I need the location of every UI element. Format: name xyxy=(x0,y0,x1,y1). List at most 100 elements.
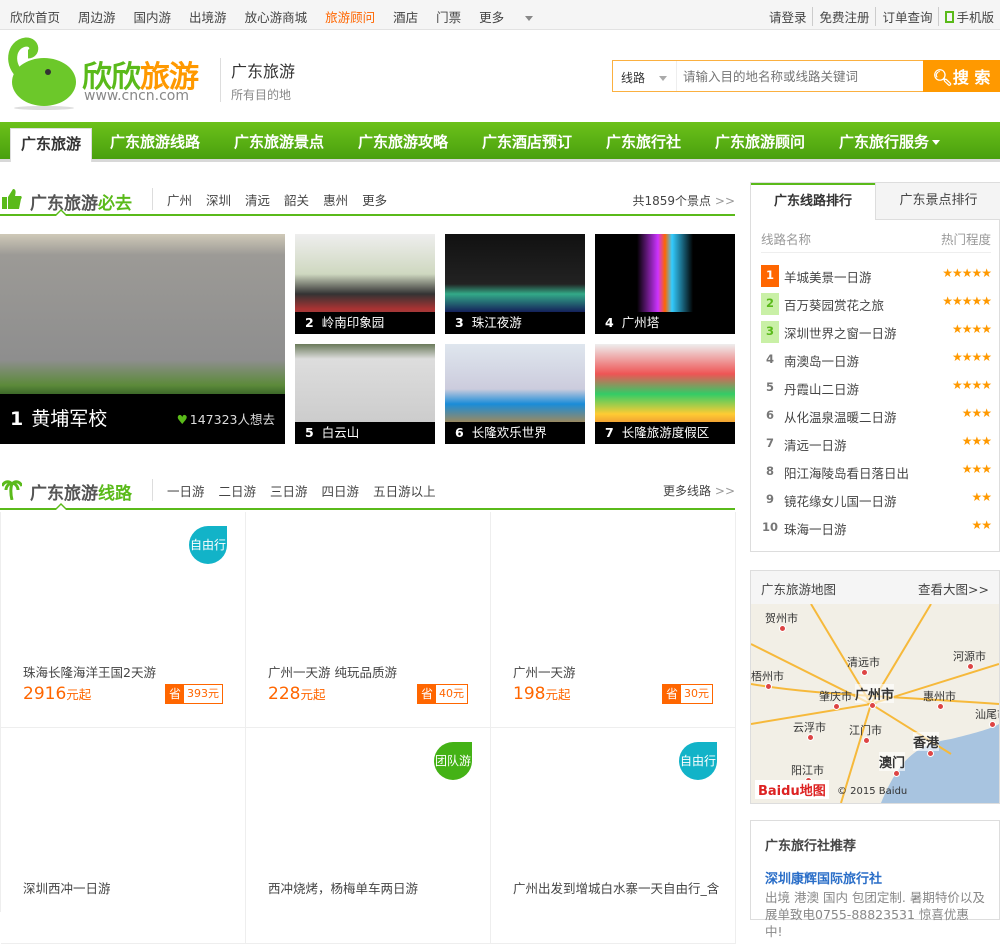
map-title: 广东旅游地图 xyxy=(761,582,837,597)
top-right-link[interactable]: 免费注册 xyxy=(812,7,875,26)
spot-card[interactable]: 2 岭南印象园 xyxy=(295,234,435,334)
tab-route-ranking[interactable]: 广东线路排行 xyxy=(751,183,875,219)
chevron-down-icon xyxy=(932,140,941,145)
ranking-item[interactable]: 2 百万葵园赏花之旅 ★★★★★ xyxy=(761,291,992,315)
duration-tab[interactable]: 二日游 xyxy=(219,481,257,500)
top-link[interactable]: 酒店 xyxy=(393,7,418,26)
top-right-link[interactable]: 订单查询 xyxy=(875,7,938,26)
city-tab[interactable]: 清远 xyxy=(245,190,270,209)
thumbs-up-icon xyxy=(2,189,22,209)
route-name[interactable]: 西冲烧烤，杨梅单车两日游 xyxy=(268,878,478,897)
top-link[interactable]: 国内游 xyxy=(134,7,172,26)
top-link[interactable]: 旅游顾问 xyxy=(325,7,375,26)
star-rating-icon: ★★★★ xyxy=(951,350,992,364)
search-button[interactable]: 🔍︎搜 索 xyxy=(923,60,1000,92)
map-city-label: 惠州市 xyxy=(923,690,956,703)
nav-item[interactable]: 广东旅行社 xyxy=(606,122,681,162)
link-label: 订单查询 xyxy=(882,10,933,25)
route-card[interactable]: 自由行 珠海长隆海洋王国2天游 2916元起 省 393元 xyxy=(1,512,246,728)
city-tab[interactable]: 深圳 xyxy=(206,190,231,209)
view-large-map-link[interactable]: 查看大图>> xyxy=(918,579,989,598)
duration-tab[interactable]: 三日游 xyxy=(270,481,308,500)
nav-item[interactable]: 广东旅行服务 xyxy=(839,122,941,162)
nav-item[interactable]: 广东旅游 xyxy=(10,128,93,162)
spot-caption: 6 长隆欢乐世界 xyxy=(445,422,585,444)
top-link[interactable]: 欣欣首页 xyxy=(10,7,60,26)
city-tab[interactable]: 韶关 xyxy=(284,190,309,209)
route-name[interactable]: 珠海长隆海洋王国2天游 xyxy=(23,662,233,681)
star-rating-icon: ★★★ xyxy=(961,406,992,420)
search-type-select[interactable]: 线路 xyxy=(613,61,677,91)
search-input[interactable] xyxy=(679,61,924,91)
map-image[interactable]: 贺州市清远市 河源市梧州市肇庆市广州市 惠州市汕尾市云浮市 江门市澳门香港阳江市 Ba… xyxy=(751,604,999,803)
city-switch[interactable]: 广东旅游 所有目的地 xyxy=(220,58,295,102)
ranking-item[interactable]: 4 南澳岛一日游 ★★★★ xyxy=(761,347,992,371)
route-name[interactable]: 羊城美景一日游 xyxy=(784,267,872,286)
route-name[interactable]: 百万葵园赏花之旅 xyxy=(784,295,884,314)
map-city-label: 贺州市 xyxy=(765,612,798,625)
top-right-link[interactable]: 请登录 xyxy=(763,7,813,26)
duration-tab[interactable]: 一日游 xyxy=(167,481,205,500)
route-name[interactable]: 珠海一日游 xyxy=(784,519,847,538)
map-marker-icon xyxy=(989,721,996,728)
nav-item[interactable]: 广东旅游顾问 xyxy=(715,122,805,162)
more-routes-link[interactable]: 更多线路 >> xyxy=(663,482,735,499)
duration-tab[interactable]: 四日游 xyxy=(322,481,360,500)
tab-spot-ranking[interactable]: 广东景点排行 xyxy=(875,183,1000,220)
top-link[interactable]: 出境游 xyxy=(189,7,227,26)
agency-name-link[interactable]: 深圳康辉国际旅行社 xyxy=(765,868,985,887)
city-subtitle[interactable]: 所有目的地 xyxy=(231,86,295,103)
route-name[interactable]: 深圳世界之窗一日游 xyxy=(784,323,897,342)
spot-card[interactable]: 5 白云山 xyxy=(295,344,435,444)
route-name[interactable]: 南澳岛一日游 xyxy=(784,351,859,370)
spot-card[interactable]: 6 长隆欢乐世界 xyxy=(445,344,585,444)
route-name[interactable]: 广州一天游 纯玩品质游 xyxy=(268,662,478,681)
more-dropdown[interactable]: 更多 xyxy=(479,7,551,26)
top-link[interactable]: 放心游商城 xyxy=(245,7,308,26)
logo[interactable]: 欣欣旅游 www.cncn.com xyxy=(2,36,212,110)
route-name[interactable]: 广州一天游 xyxy=(513,662,723,681)
top-right-link[interactable]: 手机版 xyxy=(938,7,1000,26)
route-name[interactable]: 清远一日游 xyxy=(784,435,847,454)
top-link[interactable]: 门票 xyxy=(436,7,461,26)
route-card[interactable]: 广州一天游 纯玩品质游 228元起 省 40元 xyxy=(246,512,491,728)
route-card[interactable]: 广州一天游 198元起 省 30元 xyxy=(491,512,736,728)
tab-pointer xyxy=(54,209,68,216)
ranking-item[interactable]: 5 丹霞山二日游 ★★★★ xyxy=(761,375,992,399)
route-card[interactable]: 团队游 西冲烧烤，杨梅单车两日游 xyxy=(246,728,491,944)
ranking-item[interactable]: 3 深圳世界之窗一日游 ★★★★ xyxy=(761,319,992,343)
save-badge: 省 393元 xyxy=(165,684,223,704)
ranking-item[interactable]: 9 镜花缘女儿国一日游 ★★ xyxy=(761,487,992,511)
nav-item[interactable]: 广东旅游攻略 xyxy=(358,122,448,162)
city-tab[interactable]: 更多 xyxy=(362,190,387,209)
route-card[interactable]: 自由行 广州出发到增城白水寨一天自由行_含 xyxy=(491,728,736,944)
more-spots-link[interactable]: 共1859个景点 >> xyxy=(633,192,735,209)
ranking-item[interactable]: 1 羊城美景一日游 ★★★★★ xyxy=(761,263,992,287)
nav-item[interactable]: 广东旅游线路 xyxy=(110,122,200,162)
map-marker-icon xyxy=(833,703,840,710)
top-link[interactable]: 周边游 xyxy=(78,7,116,26)
spot-featured[interactable]: 1 黄埔军校 ♥ 147323人想去 xyxy=(0,234,285,444)
nav-item[interactable]: 广东旅游景点 xyxy=(234,122,324,162)
city-tab[interactable]: 广州 xyxy=(167,190,192,209)
duration-tab[interactable]: 五日游以上 xyxy=(373,481,436,500)
ranking-item[interactable]: 7 清远一日游 ★★★ xyxy=(761,431,992,455)
ranking-item[interactable]: 10 珠海一日游 ★★ xyxy=(761,515,992,539)
rank-number: 7 xyxy=(765,436,774,450)
star-rating-icon: ★★ xyxy=(971,518,991,532)
route-name[interactable]: 深圳西冲一日游 xyxy=(23,878,233,897)
spot-card[interactable]: 4 广州塔 xyxy=(595,234,735,334)
spot-card[interactable]: 7 长隆旅游度假区 xyxy=(595,344,735,444)
route-name[interactable]: 丹霞山二日游 xyxy=(784,379,859,398)
ranking-item[interactable]: 8 阳江海陵岛看日落日出 ★★★ xyxy=(761,459,992,483)
nav-item[interactable]: 广东酒店预订 xyxy=(482,122,572,162)
route-name[interactable]: 广州出发到增城白水寨一天自由行_含 xyxy=(513,878,723,897)
route-card[interactable]: 深圳西冲一日游 xyxy=(1,728,246,944)
city-tab[interactable]: 惠州 xyxy=(323,190,348,209)
spot-card[interactable]: 3 珠江夜游 xyxy=(445,234,585,334)
route-name[interactable]: 阳江海陵岛看日落日出 xyxy=(784,463,909,482)
route-name[interactable]: 镜花缘女儿国一日游 xyxy=(784,491,897,510)
ranking-item[interactable]: 6 从化温泉温暖二日游 ★★★ xyxy=(761,403,992,427)
route-name[interactable]: 从化温泉温暖二日游 xyxy=(784,407,897,426)
top-link[interactable]: 更多 xyxy=(479,10,504,25)
